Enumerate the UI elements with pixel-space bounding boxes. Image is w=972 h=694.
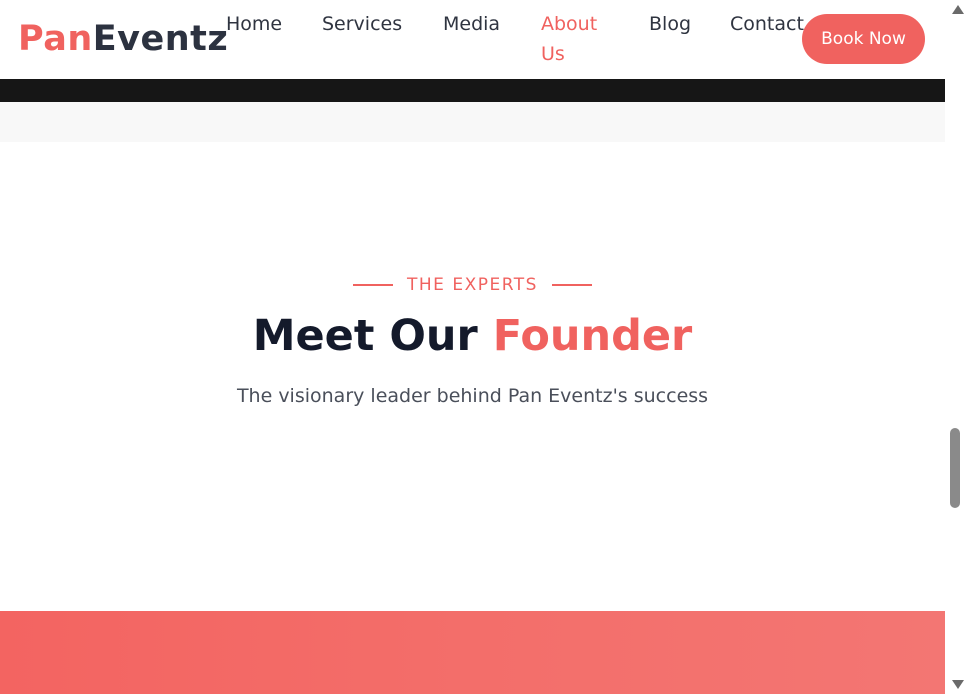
nav-services[interactable]: Services bbox=[322, 9, 402, 39]
nav-contact[interactable]: Contact bbox=[730, 9, 804, 39]
nav-home[interactable]: Home bbox=[226, 9, 282, 39]
logo-eventz: Eventz bbox=[92, 19, 229, 59]
scroll-down-arrow-icon[interactable] bbox=[952, 680, 964, 689]
scrollbar-thumb[interactable] bbox=[950, 428, 960, 508]
section-title: Meet Our Founder bbox=[0, 306, 945, 366]
dark-band bbox=[0, 79, 945, 102]
section-eyebrow: THE EXPERTS bbox=[0, 271, 945, 297]
coral-section-band bbox=[0, 611, 945, 694]
eyebrow-text: THE EXPERTS bbox=[407, 275, 538, 295]
vertical-scrollbar[interactable] bbox=[945, 0, 972, 694]
nav-about-us[interactable]: About Us bbox=[541, 9, 611, 69]
logo-pan: Pan bbox=[18, 19, 93, 59]
book-now-button[interactable]: Book Now bbox=[802, 14, 925, 64]
viewport: PanEventz Home Services Media About Us B… bbox=[0, 0, 945, 694]
nav-media[interactable]: Media bbox=[443, 9, 500, 39]
nav-blog[interactable]: Blog bbox=[649, 9, 691, 39]
eyebrow-line-right bbox=[551, 284, 592, 286]
light-band bbox=[0, 102, 945, 142]
title-part-1: Meet Our bbox=[252, 311, 478, 361]
scroll-up-arrow-icon[interactable] bbox=[952, 5, 964, 14]
site-logo[interactable]: PanEventz bbox=[18, 17, 228, 61]
site-header: PanEventz Home Services Media About Us B… bbox=[0, 0, 945, 79]
page: PanEventz Home Services Media About Us B… bbox=[0, 0, 972, 694]
eyebrow-line-left bbox=[353, 284, 394, 286]
title-part-2: Founder bbox=[492, 311, 693, 361]
section-subtitle: The visionary leader behind Pan Eventz's… bbox=[236, 385, 709, 407]
